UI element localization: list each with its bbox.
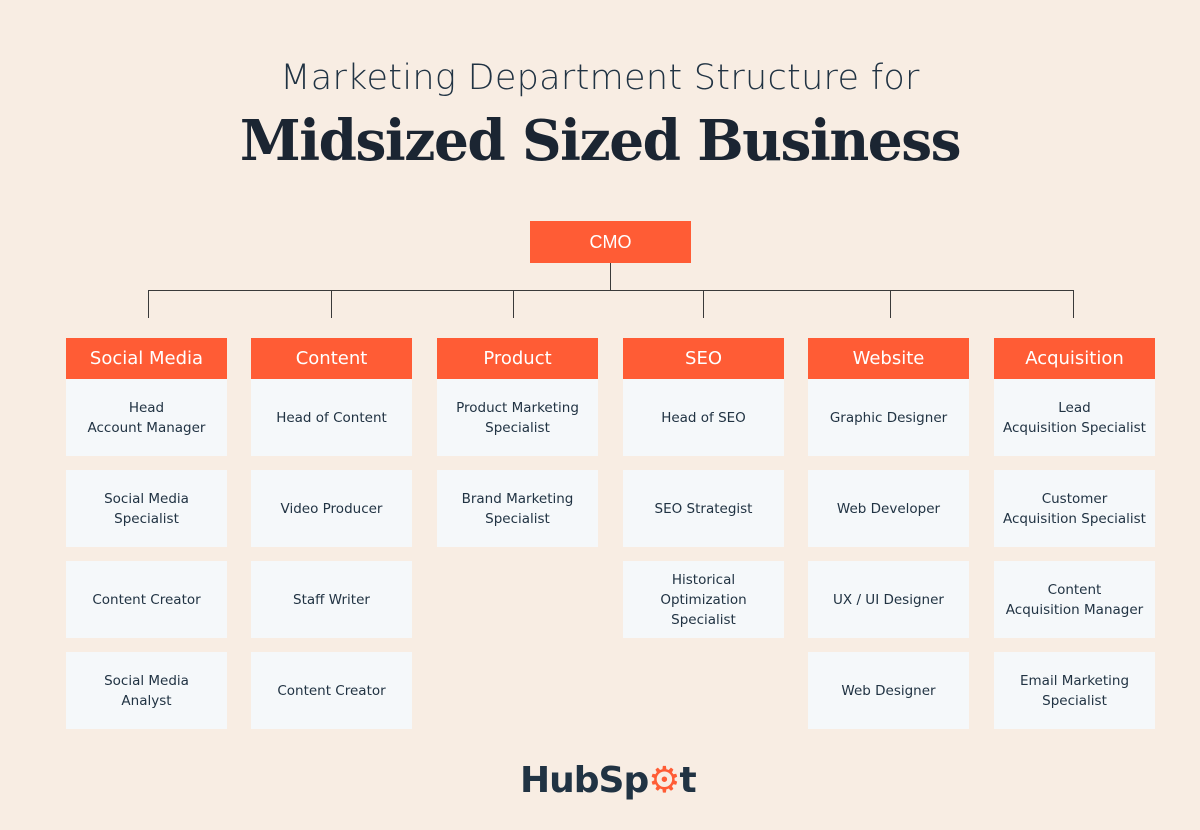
connector-product (513, 290, 514, 318)
role-card: Head Account Manager (66, 379, 227, 456)
cmo-node: CMO (530, 221, 691, 263)
role-card: Staff Writer (251, 561, 412, 638)
department-column: Website Graphic Designer Web Developer UX /… (808, 338, 969, 729)
role-card: Video Producer (251, 470, 412, 547)
chart-title: Midsized Sized Business (239, 108, 962, 174)
department-column: Acquisition Lead Acquisition Specialist Cu… (994, 338, 1155, 729)
department-column: Social Media Head Account Manager Social M… (66, 338, 227, 729)
hubspot-sprocket-icon: ⚙ (648, 759, 680, 801)
department-header: Website (808, 338, 969, 379)
department-header: Content (251, 338, 412, 379)
department-column: Content Head of Content Video Producer Staf… (251, 338, 412, 729)
role-card: Email Marketing Specialist (994, 652, 1155, 729)
department-header: Acquisition (994, 338, 1155, 379)
connector-cmo-down (610, 263, 611, 290)
connector-content (331, 290, 332, 318)
connector-website (890, 290, 891, 318)
department-header: Social Media (66, 338, 227, 379)
role-card: Content Acquisition Manager (994, 561, 1155, 638)
role-card: Graphic Designer (808, 379, 969, 456)
connector-acquisition (1073, 290, 1074, 318)
connector-seo (703, 290, 704, 318)
logo-text: HubSp⚙t (520, 759, 697, 801)
role-card: Web Developer (808, 470, 969, 547)
role-card: Head of SEO (623, 379, 784, 456)
role-card: Customer Acquisition Specialist (994, 470, 1155, 547)
role-card: Brand Marketing Specialist (437, 470, 598, 547)
role-card: Content Creator (66, 561, 227, 638)
role-card: Web Designer (808, 652, 969, 729)
department-header: Product (437, 338, 598, 379)
role-card: Historical Optimization Specialist (623, 561, 784, 638)
role-card: Social Media Analyst (66, 652, 227, 729)
connector-social-media (148, 290, 149, 318)
chart-subtitle: Marketing Department Structure for (280, 58, 920, 98)
connector-horizontal (148, 290, 1074, 291)
role-card: Product Marketing Specialist (437, 379, 598, 456)
role-card: Social Media Specialist (66, 470, 227, 547)
hubspot-logo: HubSp⚙t (520, 758, 697, 802)
department-column: SEO Head of SEO SEO Strategist Historical O… (623, 338, 784, 638)
role-card: UX / UI Designer (808, 561, 969, 638)
role-card: SEO Strategist (623, 470, 784, 547)
department-column: Product Product Marketing Specialist Brand… (437, 338, 598, 547)
department-header: SEO (623, 338, 784, 379)
role-card: Head of Content (251, 379, 412, 456)
role-card: Content Creator (251, 652, 412, 729)
role-card: Lead Acquisition Specialist (994, 379, 1155, 456)
